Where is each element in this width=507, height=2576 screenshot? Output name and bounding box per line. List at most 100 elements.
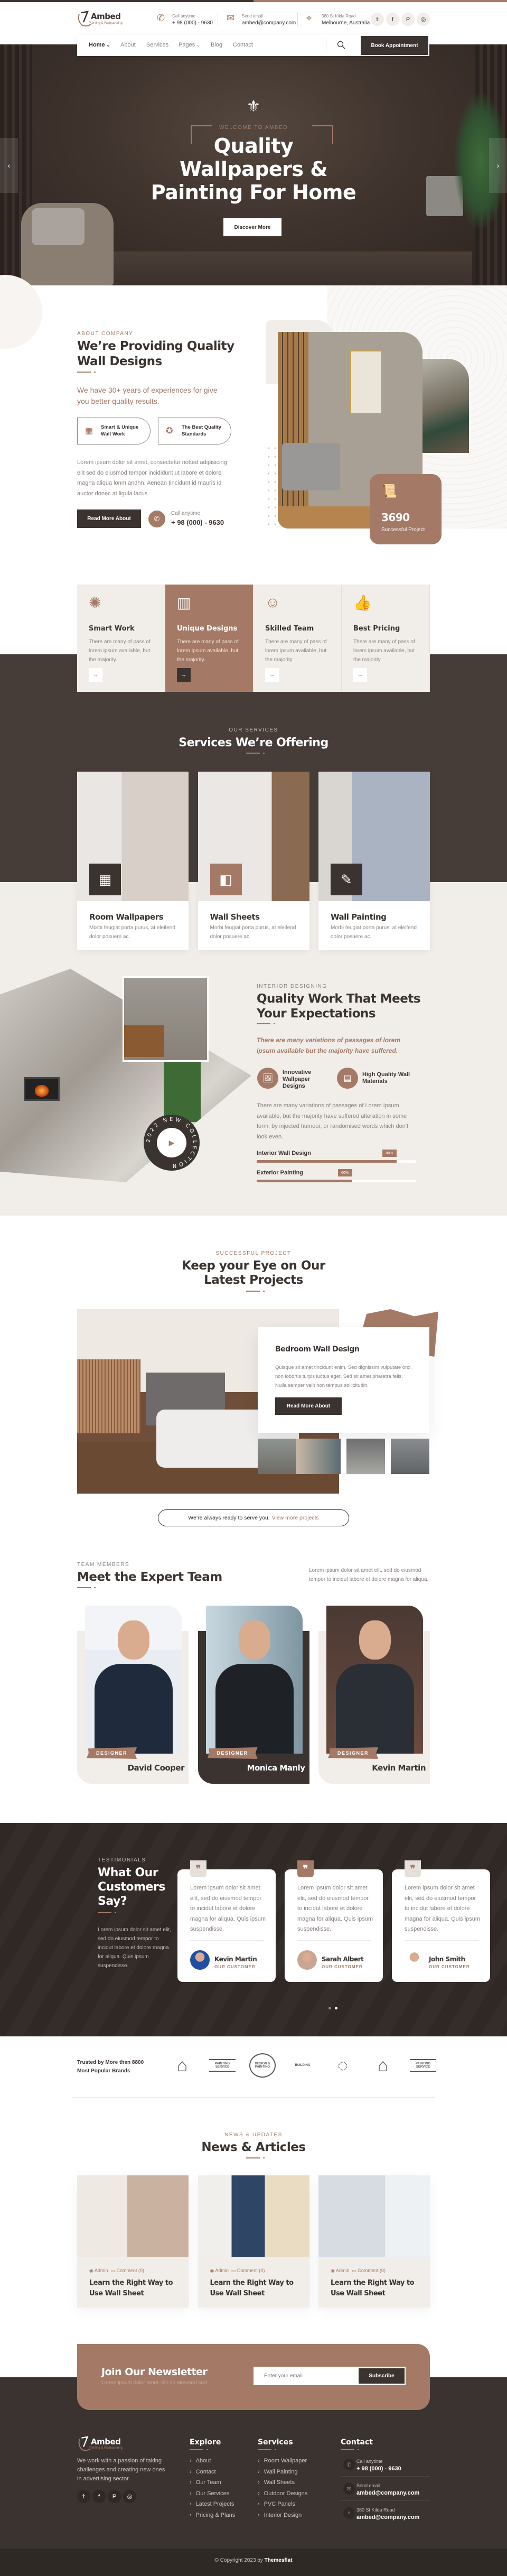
- footer-link[interactable]: Wall Painting: [258, 2469, 298, 2475]
- news-author[interactable]: Admin: [215, 2268, 229, 2273]
- carousel-dot-active[interactable]: [328, 2007, 331, 2009]
- arrow-right-button[interactable]: →: [177, 668, 191, 682]
- service-card[interactable]: ▦ Room Wallpapers Morbi feugiat porta puru…: [77, 772, 189, 950]
- interior-text: There are many variations of passages of…: [257, 1102, 409, 1140]
- twitter-icon[interactable]: 𝕥: [77, 2490, 90, 2503]
- service-title[interactable]: Wall Painting: [331, 912, 387, 922]
- service-card[interactable]: ✎ Wall Painting Morbi feugiat porta purus,…: [318, 772, 430, 950]
- footer-contact-value[interactable]: + 98 (000) - 9630: [356, 2466, 401, 2472]
- arrow-right-button[interactable]: →: [265, 668, 279, 682]
- project-thumbnail[interactable]: [391, 1439, 429, 1474]
- nav-item-blog[interactable]: Blog: [211, 42, 222, 48]
- nav-item-label: Services: [146, 42, 169, 48]
- title-divider: [77, 372, 96, 373]
- service-card[interactable]: ◧ Wall Sheets Morbi feugiat porta purus, a…: [198, 772, 309, 950]
- comment-icon: ▭: [231, 2268, 237, 2273]
- news-card[interactable]: ◉ Admin ▭ Comment (0) Learn the Right Way…: [198, 2175, 309, 2308]
- footer-link[interactable]: Wall Sheets: [258, 2479, 295, 2486]
- logo[interactable]: Ambed Painting & Wallpapering: [77, 11, 125, 27]
- brands-text: Trusted by More then 8800 Most Popular B…: [77, 2059, 144, 2075]
- title-divider: [190, 2449, 208, 2450]
- instagram-icon[interactable]: ◎: [123, 2490, 136, 2503]
- footer-link[interactable]: About: [190, 2458, 211, 2464]
- nav-item-about[interactable]: About: [120, 42, 136, 48]
- view-more-projects-link[interactable]: View more projects: [272, 1515, 319, 1521]
- read-more-about-button[interactable]: Read More About: [77, 509, 141, 528]
- facebook-icon[interactable]: f: [386, 13, 399, 26]
- footer-link[interactable]: PVC Panels: [258, 2501, 295, 2507]
- service-title[interactable]: Room Wallpapers: [89, 912, 164, 922]
- brand-logo-building-logo[interactable]: BUILDING: [289, 2053, 316, 2078]
- footer-contact-value[interactable]: ambed@company.com: [356, 2514, 419, 2521]
- discover-more-button[interactable]: Discover More: [223, 218, 281, 236]
- arrow-right-button[interactable]: →: [353, 668, 367, 682]
- nav-item-services[interactable]: Services: [146, 42, 168, 48]
- about-pill-label: The Best Quality Standards: [182, 424, 221, 437]
- play-icon[interactable]: ▶: [157, 1128, 186, 1157]
- project-card-title: Bedroom Wall Design: [275, 1345, 360, 1354]
- project-thumbnail[interactable]: [258, 1439, 296, 1474]
- footer-link[interactable]: Our Team: [190, 2479, 221, 2486]
- arrow-right-button[interactable]: →: [89, 668, 102, 682]
- news-comments[interactable]: Comment (0): [237, 2268, 265, 2273]
- project-read-more-button[interactable]: Read More About: [275, 1397, 342, 1415]
- news-title[interactable]: Learn the Right Way to Use Wall Sheet: [210, 2278, 300, 2299]
- footer-explore-title: Explore: [190, 2438, 221, 2447]
- footer-link[interactable]: Contact: [190, 2469, 216, 2475]
- brand-logo-painting-service-logo[interactable]: PAINTING SERVICE: [410, 2059, 436, 2072]
- footer-link[interactable]: Outdoor Designs: [258, 2490, 308, 2497]
- footer-link[interactable]: Latest Projects: [190, 2501, 234, 2507]
- footer-logo[interactable]: Ambed Painting & Wallpapering: [77, 2436, 125, 2452]
- about-title-line: We’re Providing Quality: [77, 339, 234, 353]
- carousel-dot[interactable]: [335, 2007, 337, 2009]
- news-comments[interactable]: Comment (0): [116, 2268, 144, 2273]
- footer-link[interactable]: Our Services: [190, 2490, 230, 2497]
- copyright-brand-link[interactable]: Themesflat: [265, 2558, 293, 2563]
- nav-item-home[interactable]: Home ⌄: [89, 42, 110, 48]
- news-title[interactable]: Learn the Right Way to Use Wall Sheet: [89, 2278, 179, 2299]
- nav-item-contact[interactable]: Contact: [233, 42, 253, 48]
- news-title[interactable]: Learn the Right Way to Use Wall Sheet: [331, 2278, 420, 2299]
- team-member-card[interactable]: DESIGNER Kevin Martin: [318, 1606, 430, 1784]
- pinterest-icon[interactable]: P: [401, 13, 415, 26]
- contact-value[interactable]: + 98 (000) - 9630: [172, 20, 213, 26]
- new-collection-badge[interactable]: 2022 NEW COLLECTION ▶: [144, 1115, 200, 1171]
- facebook-icon[interactable]: f: [92, 2490, 106, 2503]
- twitter-icon[interactable]: 𝕥: [371, 13, 384, 26]
- nav-item-pages[interactable]: Pages ⌄: [179, 42, 200, 48]
- project-thumbnail[interactable]: [296, 1439, 341, 1474]
- comment-icon: ▭: [352, 2268, 358, 2273]
- footer-link[interactable]: Room Wallpaper: [258, 2458, 307, 2464]
- brand-logo-painting-service-logo[interactable]: PAINTING SERVICE: [209, 2059, 236, 2072]
- team-member-card[interactable]: DESIGNER Monica Manly: [198, 1606, 309, 1784]
- contact-value[interactable]: ambed@company.com: [242, 20, 296, 26]
- instagram-icon[interactable]: ◎: [417, 13, 430, 26]
- title-divider: [246, 753, 265, 754]
- pinterest-icon[interactable]: P: [108, 2490, 121, 2503]
- footer-link[interactable]: Interior Design: [258, 2512, 302, 2518]
- testimonial-card: ❞ Lorem ipsum dolor sit amet elit, sed do…: [392, 1860, 490, 1982]
- footer-link[interactable]: Pricing & Plans: [190, 2512, 236, 2518]
- service-title[interactable]: Wall Sheets: [210, 912, 260, 922]
- brand-logo-house-roller-logo[interactable]: ⌂: [370, 2053, 396, 2078]
- search-icon[interactable]: [337, 41, 345, 49]
- news-card[interactable]: ◉ Admin ▭ Comment (0) Learn the Right Way…: [77, 2175, 189, 2308]
- skill-percent-tag: 60%: [337, 1169, 352, 1176]
- brand-logo-dotted-c-logo[interactable]: ◌: [330, 2053, 356, 2078]
- news-author[interactable]: Admin: [95, 2268, 108, 2273]
- brand-logo-design-painting-logo[interactable]: DESIGN & PAINTING: [249, 2053, 276, 2078]
- divider: [72, 2097, 435, 2098]
- brand-logo-house-roller-logo[interactable]: ⌂: [169, 2053, 195, 2078]
- contact-value[interactable]: Melbourne, Australia: [322, 20, 370, 26]
- about-call-value[interactable]: + 98 (000) - 9630: [171, 518, 224, 526]
- footer-contact-value[interactable]: ambed@company.com: [356, 2490, 419, 2496]
- divider: [190, 1940, 264, 1941]
- user-icon: ◉: [331, 2268, 336, 2273]
- team-member-card[interactable]: DESIGNER David Cooper: [77, 1606, 189, 1784]
- news-comments[interactable]: Comment (0): [358, 2268, 386, 2273]
- subscribe-button[interactable]: Subscribe: [359, 2368, 405, 2384]
- project-thumbnail[interactable]: [346, 1439, 385, 1474]
- news-author[interactable]: Admin: [336, 2268, 350, 2273]
- book-appointment-button[interactable]: Book Appointment: [361, 36, 428, 55]
- news-card[interactable]: ◉ Admin ▭ Comment (0) Learn the Right Way…: [318, 2175, 430, 2308]
